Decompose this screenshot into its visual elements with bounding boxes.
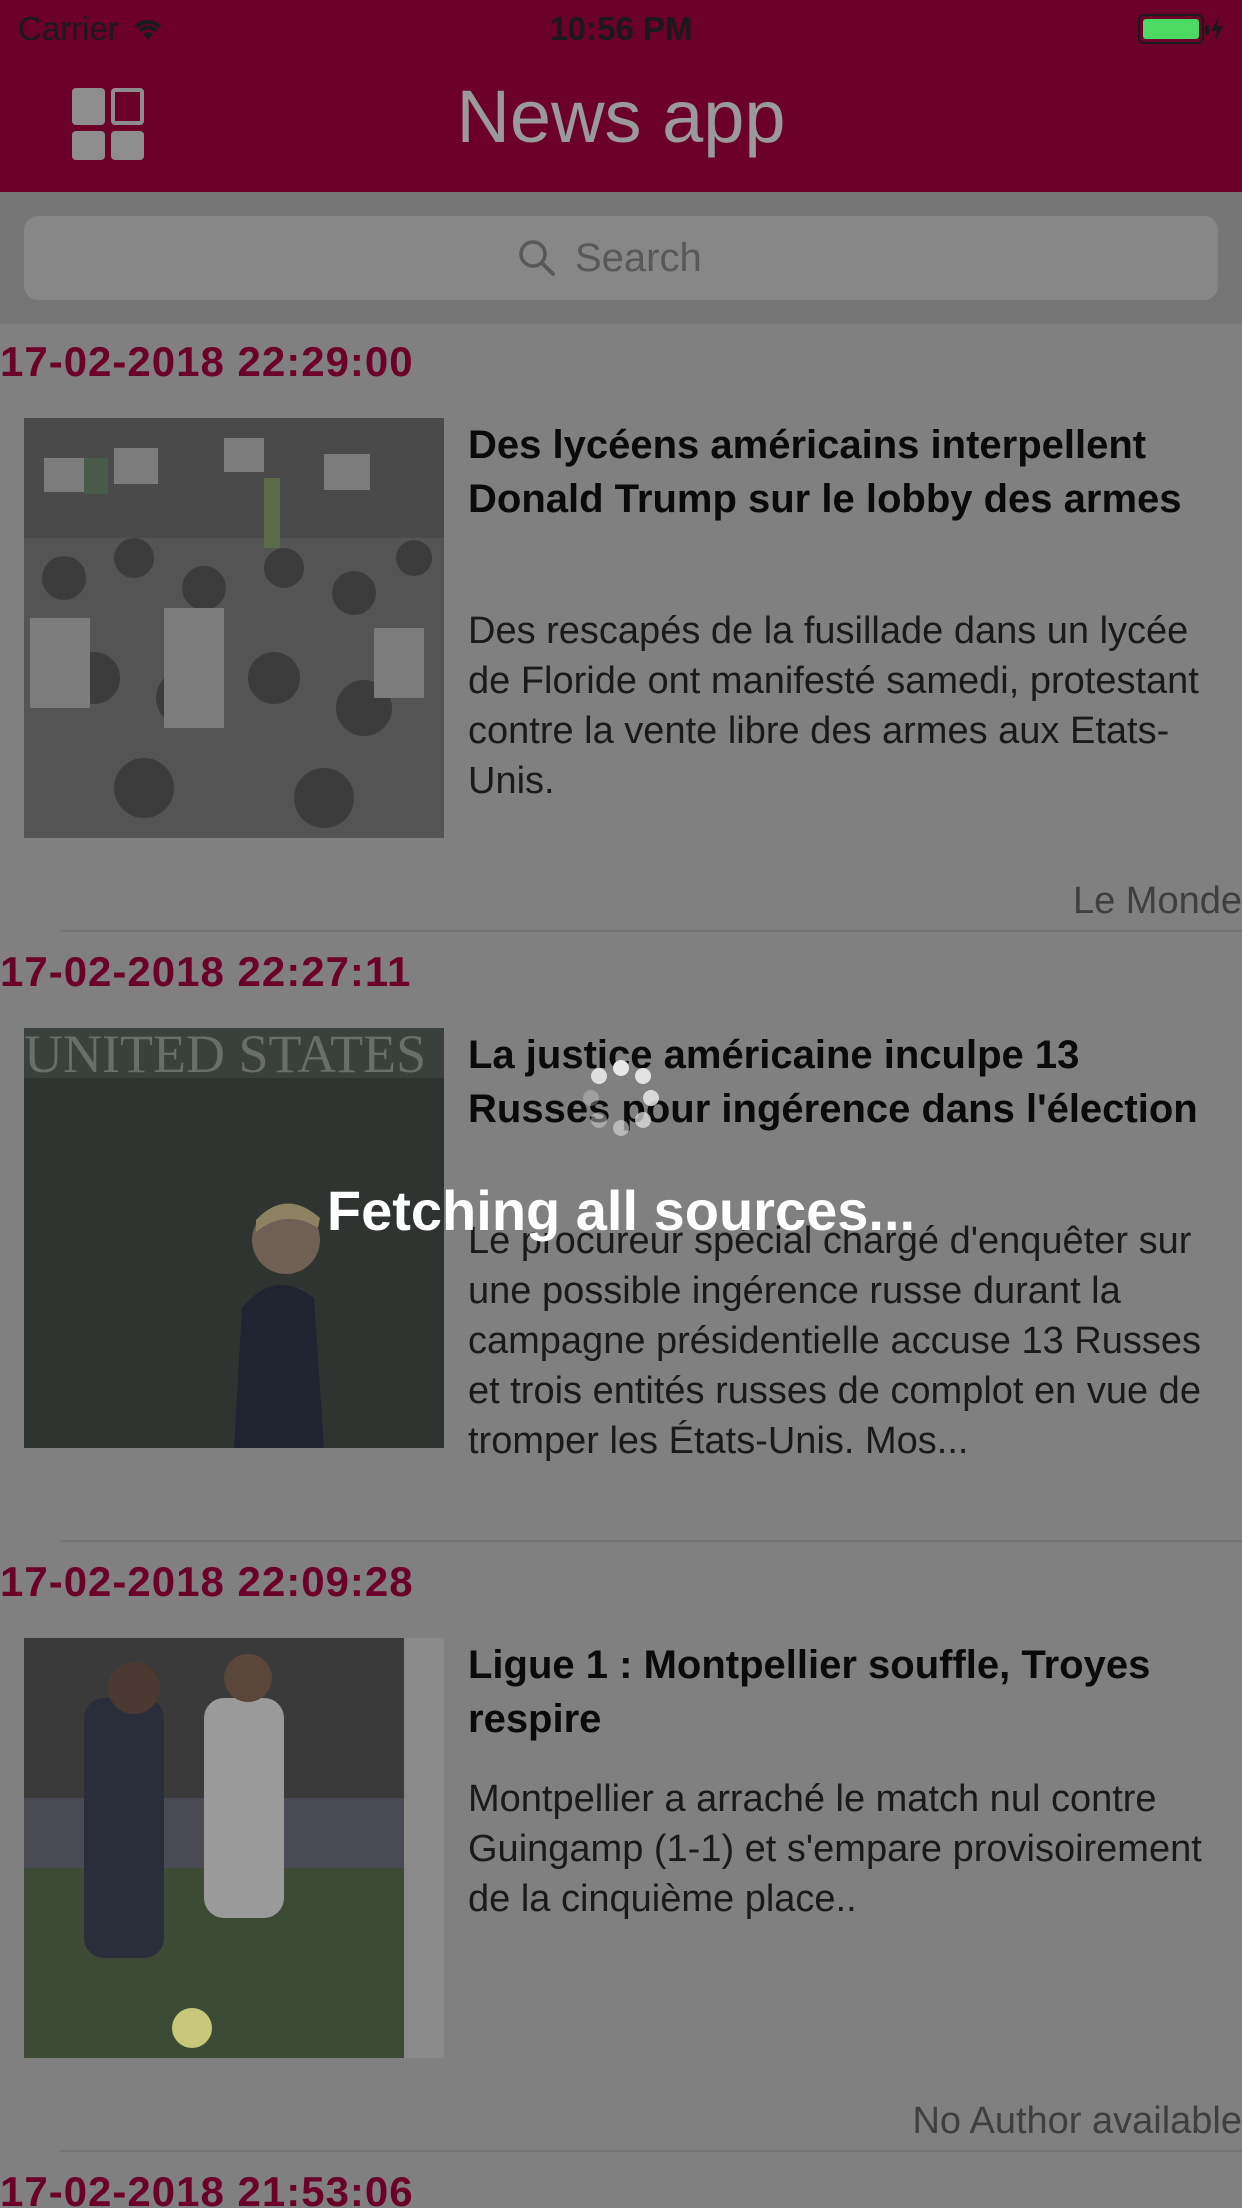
article-thumbnail[interactable]: [24, 1638, 444, 2058]
search-bar-container: [0, 192, 1242, 324]
article-source: Le Monde: [1072, 880, 1242, 922]
status-time: 10:56 PM: [549, 10, 693, 47]
article-item[interactable]: 17-02-2018 22:27:11 UNITED STATES La jus…: [0, 934, 1242, 1544]
search-icon: [519, 240, 555, 276]
article-item[interactable]: 17-02-2018 22:29:00 Des lycéens américai…: [0, 324, 1242, 934]
divider: [60, 2150, 1242, 2152]
article-description: Montpellier a arraché le match nul contr…: [468, 1778, 1202, 1920]
navigation-bar: News app: [0, 60, 1242, 192]
article-item[interactable]: 17-02-2018 22:09:28 Ligue 1 : Montpellie…: [0, 1544, 1242, 2154]
article-date: 17-02-2018 22:09:28: [0, 1558, 414, 1605]
article-date: 17-02-2018 22:27:11: [0, 948, 412, 995]
article-description: Des rescapés de la fusillade dans un lyc…: [468, 610, 1199, 802]
charging-bolt-icon: [1211, 16, 1223, 42]
article-source: No Author available: [912, 2100, 1242, 2142]
battery-icon: [1138, 14, 1209, 44]
article-description: Le procureur spécial chargé d'enquêter s…: [468, 1220, 1201, 1462]
status-bar: Carrier 10:56 PM: [0, 0, 1242, 60]
article-title: Des lycéens américains interpellent Dona…: [468, 423, 1182, 521]
article-thumbnail[interactable]: [24, 418, 444, 838]
article-date: 17-02-2018 22:29:00: [0, 338, 414, 385]
search-input[interactable]: [575, 235, 725, 281]
news-feed[interactable]: 17-02-2018 22:29:00 Des lycéens américai…: [0, 324, 1242, 2208]
page-title: News app: [456, 75, 786, 158]
article-thumbnail[interactable]: UNITED STATES: [24, 1028, 444, 1448]
battery-indicator: [1138, 14, 1224, 44]
divider: [60, 1540, 1242, 1542]
article-title: Ligue 1 : Montpellier souffle, Troyes re…: [468, 1643, 1151, 1741]
article-date: 17-02-2018 21:53:06: [0, 2168, 414, 2208]
article-item[interactable]: 17-02-2018 21:53:06: [0, 2154, 1242, 2208]
svg-text:UNITED STATES: UNITED STATES: [24, 1028, 426, 1084]
search-field[interactable]: [24, 216, 1218, 300]
article-title: La justice américaine inculpe 13 Russes …: [468, 1033, 1198, 1131]
divider: [60, 930, 1242, 932]
